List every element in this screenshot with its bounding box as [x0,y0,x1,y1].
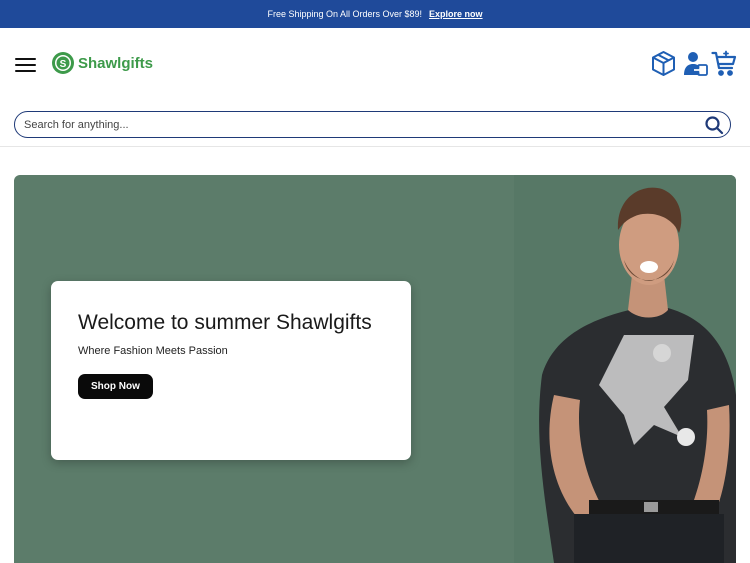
announcement-text: Free Shipping On All Orders Over $89! [267,9,423,19]
hero-model-image [514,175,736,563]
hero-card: Welcome to summer Shawlgifts Where Fashi… [51,281,411,460]
search-bar [14,111,731,138]
user-login-icon[interactable] [682,50,709,77]
hero-banner: Welcome to summer Shawlgifts Where Fashi… [14,175,736,563]
shop-now-button[interactable]: Shop Now [78,374,153,399]
announcement-bar: Free Shipping On All Orders Over $89! Ex… [0,0,750,28]
logo-letter: S [60,59,67,70]
logo-mark-icon: S [52,52,74,74]
brand-name: Shawlgifts [78,54,154,72]
brand-logo[interactable]: S Shawlgifts [51,50,153,76]
cart-icon[interactable] [711,50,738,77]
site-header: S Shawlgifts [0,28,750,104]
search-icon[interactable] [704,115,724,135]
explore-now-link[interactable]: Explore now [429,9,483,19]
hero-title: Welcome to summer Shawlgifts [78,311,372,334]
hero-subtitle: Where Fashion Meets Passion [78,345,228,357]
menu-icon[interactable] [15,58,36,73]
package-icon[interactable] [650,50,677,77]
search-input[interactable] [24,118,664,131]
header-divider [0,146,750,147]
